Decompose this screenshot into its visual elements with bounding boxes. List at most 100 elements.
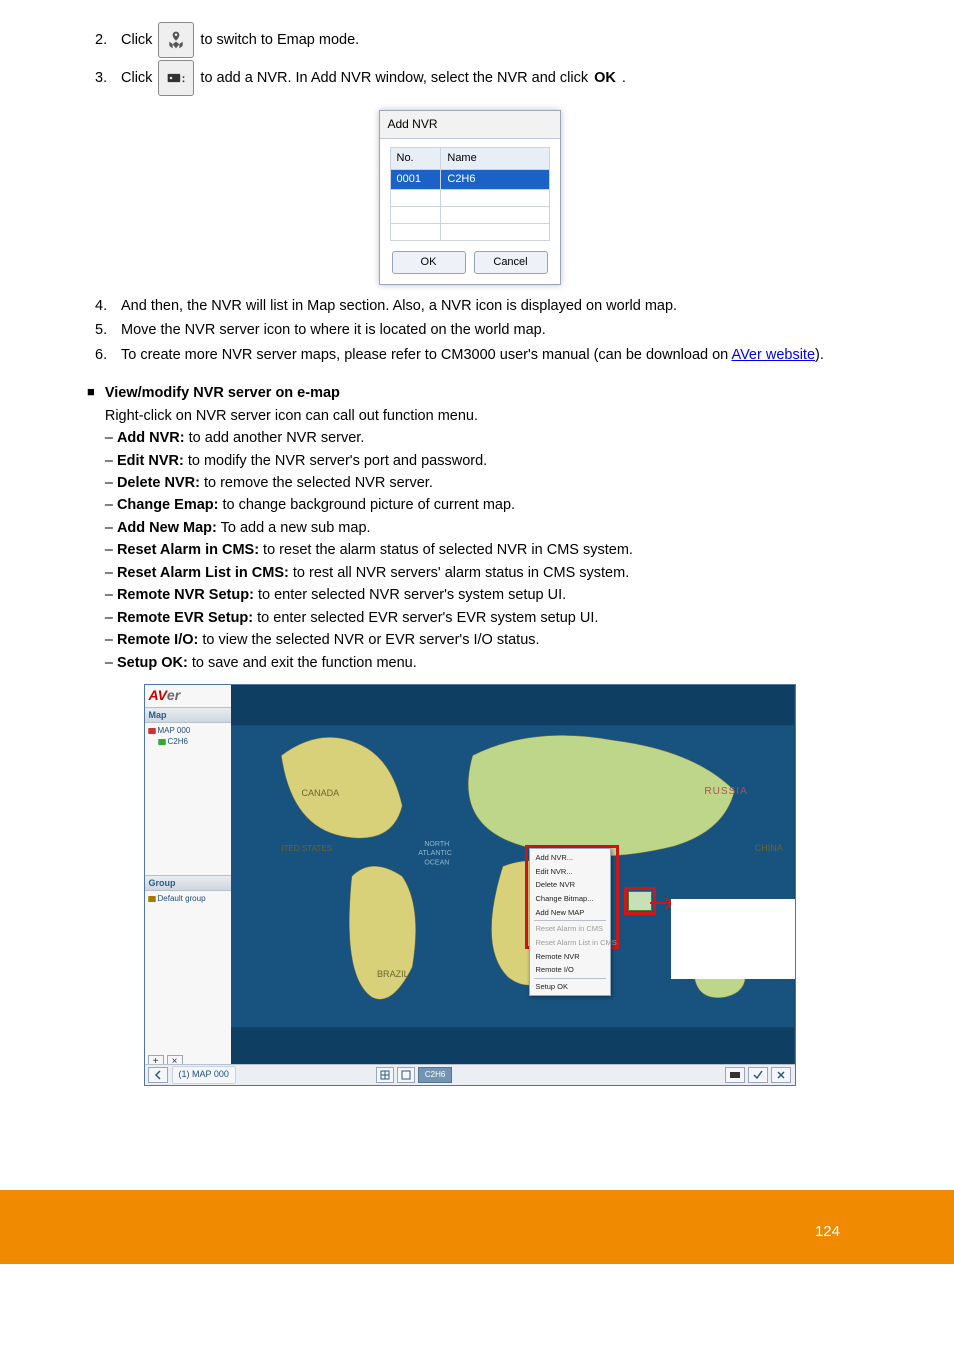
dialog-title: Add NVR [380,111,560,139]
map-tree: MAP 000 C2H6 [145,723,231,747]
table-row [390,206,549,223]
aver-logo: AVer [145,685,231,707]
tree-item-group[interactable]: Default group [148,894,228,904]
subsection-view-modify: ■ View/modify NVR server on e-map Right-… [87,382,844,674]
ctx-delete-nvr[interactable]: Delete NVR [530,878,610,892]
nvr-marker[interactable] [628,891,652,911]
page-number: 124 [815,1223,840,1240]
step-3-text-d: . [622,67,626,89]
svg-text:CHINA: CHINA [754,843,783,853]
device-icon [729,1070,741,1080]
page-footer: 124 [0,1190,954,1264]
bb-icon-2[interactable] [397,1067,415,1083]
step-3: 3. Click to add a NVR. In Add NVR window… [95,60,844,96]
cell-name: C2H6 [441,169,549,189]
item-remote-io: – Remote I/O: to view the selected NVR o… [105,629,844,651]
item-remote-evr: – Remote EVR Setup: to enter selected EV… [105,607,844,629]
map-bottombar: (1) MAP 000 C2H6 [145,1064,795,1085]
item-reset-alarm-cms: – Reset Alarm in CMS: to reset the alarm… [105,539,844,561]
square-bullet: ■ [87,382,95,674]
th-no: No. [390,147,441,169]
step-6-text-a: To create more NVR server maps, please r… [121,347,728,363]
tree-item-map[interactable]: MAP 000 [148,726,228,736]
callout-box [671,899,795,979]
group-tree: Default group [145,891,231,904]
item-setup-ok: – Setup OK: to save and exit the functio… [105,652,844,674]
bb-chip[interactable]: C2H6 [418,1067,452,1083]
context-menu[interactable]: Add NVR... Edit NVR... Delete NVR Change… [529,848,611,996]
step-2-text-a: Click [121,29,152,51]
item-add-new-map: – Add New Map: To add a new sub map. [105,517,844,539]
svg-text:CANADA: CANADA [301,788,340,798]
arrow-left-icon [153,1070,163,1080]
subsection-title: View/modify NVR server on e-map [105,382,844,404]
bb-close-button[interactable] [771,1067,791,1083]
cell-no: 0001 [390,169,441,189]
bb-icon-1[interactable] [376,1067,394,1083]
step-3-text-c: OK [594,67,616,89]
step-5-num: 5. [95,319,115,341]
ctx-reset-alarm-list: Reset Alarm List in CMS [530,936,610,950]
table-row [390,223,549,240]
table-row [390,189,549,206]
add-nvr-dialog: Add NVR No. Name 0001 C2H6 OK Cancel [379,110,561,285]
world-map-icon: CANADA ITED STATES BRAZIL RUSSIA CHINA N… [231,685,795,1065]
map-node-icon [148,728,156,734]
ctx-change-bitmap[interactable]: Change Bitmap... [530,892,610,906]
separator [534,920,606,921]
back-button[interactable] [148,1067,168,1083]
svg-text:NORTH: NORTH [424,841,449,848]
ctx-edit-nvr[interactable]: Edit NVR... [530,865,610,879]
step-5: 5. Move the NVR server icon to where it … [95,319,844,341]
bb-confirm-button[interactable] [748,1067,768,1083]
step-2-text-b: to switch to Emap mode. [200,29,359,51]
step-6: 6. To create more NVR server maps, pleas… [95,344,844,366]
map-sidebar: AVer Map MAP 000 C2H6 Group Default grou… [145,685,232,1085]
item-remote-nvr: – Remote NVR Setup: to enter selected NV… [105,584,844,606]
emap-screenshot: AVer Map MAP 000 C2H6 Group Default grou… [144,684,796,1086]
step-2-num: 2. [95,29,115,51]
th-name: Name [441,147,549,169]
check-icon [753,1070,763,1080]
svg-text:ATLANTIC: ATLANTIC [418,850,451,857]
step-6-text-b: ). [815,347,824,363]
step-6-num: 6. [95,344,115,366]
svg-text:RUSSIA: RUSSIA [704,786,748,797]
emap-icon [158,22,194,58]
breadcrumb: (1) MAP 000 [172,1066,236,1084]
ok-button[interactable]: OK [392,251,466,274]
cancel-button[interactable]: Cancel [474,251,548,274]
ctx-remote-io[interactable]: Remote I/O [530,963,610,977]
step-4-text: And then, the NVR will list in Map secti… [121,295,677,317]
ctx-add-new-map[interactable]: Add New MAP [530,906,610,920]
step-4-num: 4. [95,295,115,317]
grid-icon [380,1070,390,1080]
add-nvr-icon [158,60,194,96]
ctx-add-nvr[interactable]: Add NVR... [530,851,610,865]
svg-text:OCEAN: OCEAN [424,860,449,867]
svg-text:BRAZIL: BRAZIL [377,969,409,979]
item-reset-alarm-list: – Reset Alarm List in CMS: to rest all N… [105,562,844,584]
subsection-intro: Right-click on NVR server icon can call … [105,405,844,427]
map-canvas[interactable]: CANADA ITED STATES BRAZIL RUSSIA CHINA N… [231,685,795,1065]
ctx-remote-nvr[interactable]: Remote NVR [530,950,610,964]
step-3-text-a: Click [121,67,152,89]
table-row[interactable]: 0001 C2H6 [390,169,549,189]
bb-device-button[interactable] [725,1067,745,1083]
step-5-text: Move the NVR server icon to where it is … [121,319,546,341]
step-3-text-b: to add a NVR. In Add NVR window, select … [200,67,588,89]
step-3-num: 3. [95,67,115,89]
close-icon [776,1070,786,1080]
panel-header-group: Group [145,875,231,891]
group-node-icon [148,896,156,902]
step-4: 4. And then, the NVR will list in Map se… [95,295,844,317]
item-edit-nvr: – Edit NVR: to modify the NVR server's p… [105,450,844,472]
aver-link[interactable]: AVer website [731,347,815,363]
ctx-setup-ok[interactable]: Setup OK [530,980,610,994]
grid-icon [401,1070,411,1080]
nvr-table: No. Name 0001 C2H6 [390,147,550,241]
separator [534,978,606,979]
tree-item-nvr[interactable]: C2H6 [148,737,228,747]
ctx-reset-alarm: Reset Alarm in CMS [530,922,610,936]
panel-header-map: Map [145,707,231,723]
